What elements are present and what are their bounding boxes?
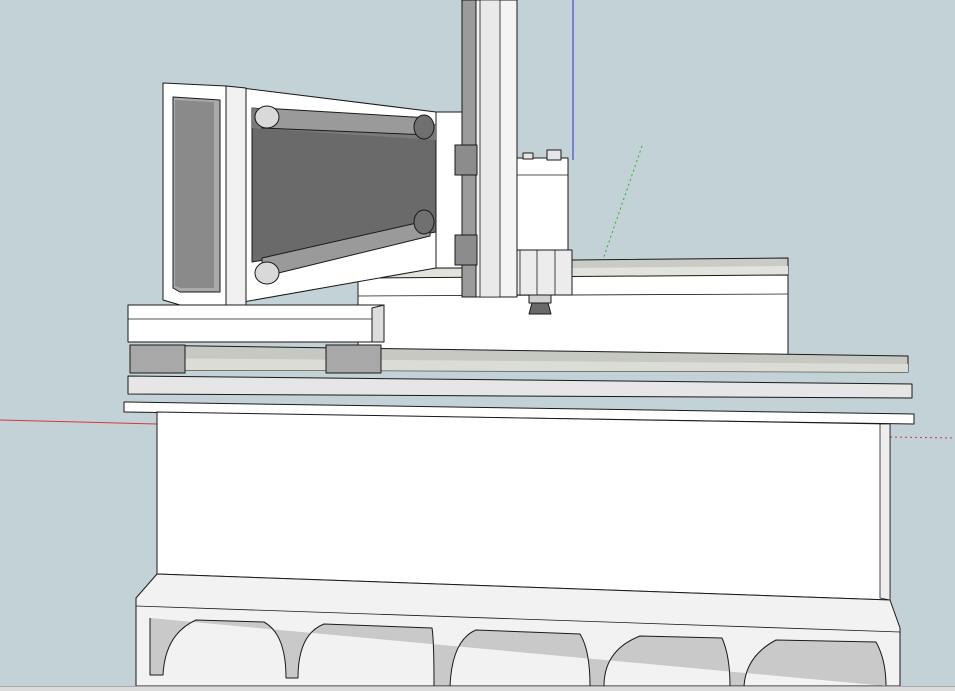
gantry-beam [162, 82, 437, 306]
z-axis-plate [435, 0, 518, 298]
red-axis [0, 419, 158, 425]
spindle-collet [528, 302, 552, 315]
green-axis-dotted [599, 145, 643, 269]
front-rail [123, 344, 915, 425]
rear-rail [357, 257, 789, 359]
3d-model-viewport[interactable] [0, 0, 955, 691]
y-carriage [127, 304, 385, 343]
red-axis-dotted [889, 436, 955, 439]
status-bar [0, 686, 955, 691]
table-base-beam [156, 411, 891, 601]
